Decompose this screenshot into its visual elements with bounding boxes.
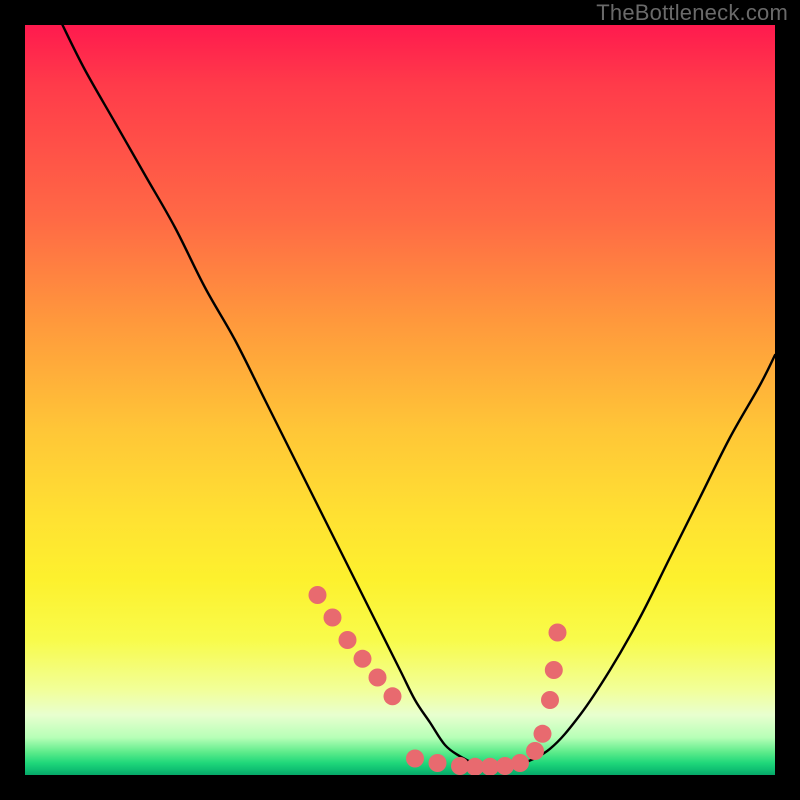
highlight-dot [496, 757, 514, 775]
highlight-dot [324, 609, 342, 627]
highlight-dot [384, 687, 402, 705]
watermark-text: TheBottleneck.com [596, 0, 788, 26]
highlight-dot [545, 661, 563, 679]
highlight-dot [369, 669, 387, 687]
curve-layer [25, 25, 775, 775]
highlight-dot [511, 754, 529, 772]
highlight-dot [549, 624, 567, 642]
highlight-dots [309, 586, 567, 775]
highlight-dot [429, 754, 447, 772]
plot-area [25, 25, 775, 775]
chart-frame [12, 12, 788, 788]
highlight-dot [309, 586, 327, 604]
highlight-dot [354, 650, 372, 668]
highlight-dot [406, 750, 424, 768]
highlight-dot [541, 691, 559, 709]
highlight-dot [339, 631, 357, 649]
highlight-dot [526, 742, 544, 760]
bottleneck-curve [63, 25, 776, 768]
highlight-dot [534, 725, 552, 743]
